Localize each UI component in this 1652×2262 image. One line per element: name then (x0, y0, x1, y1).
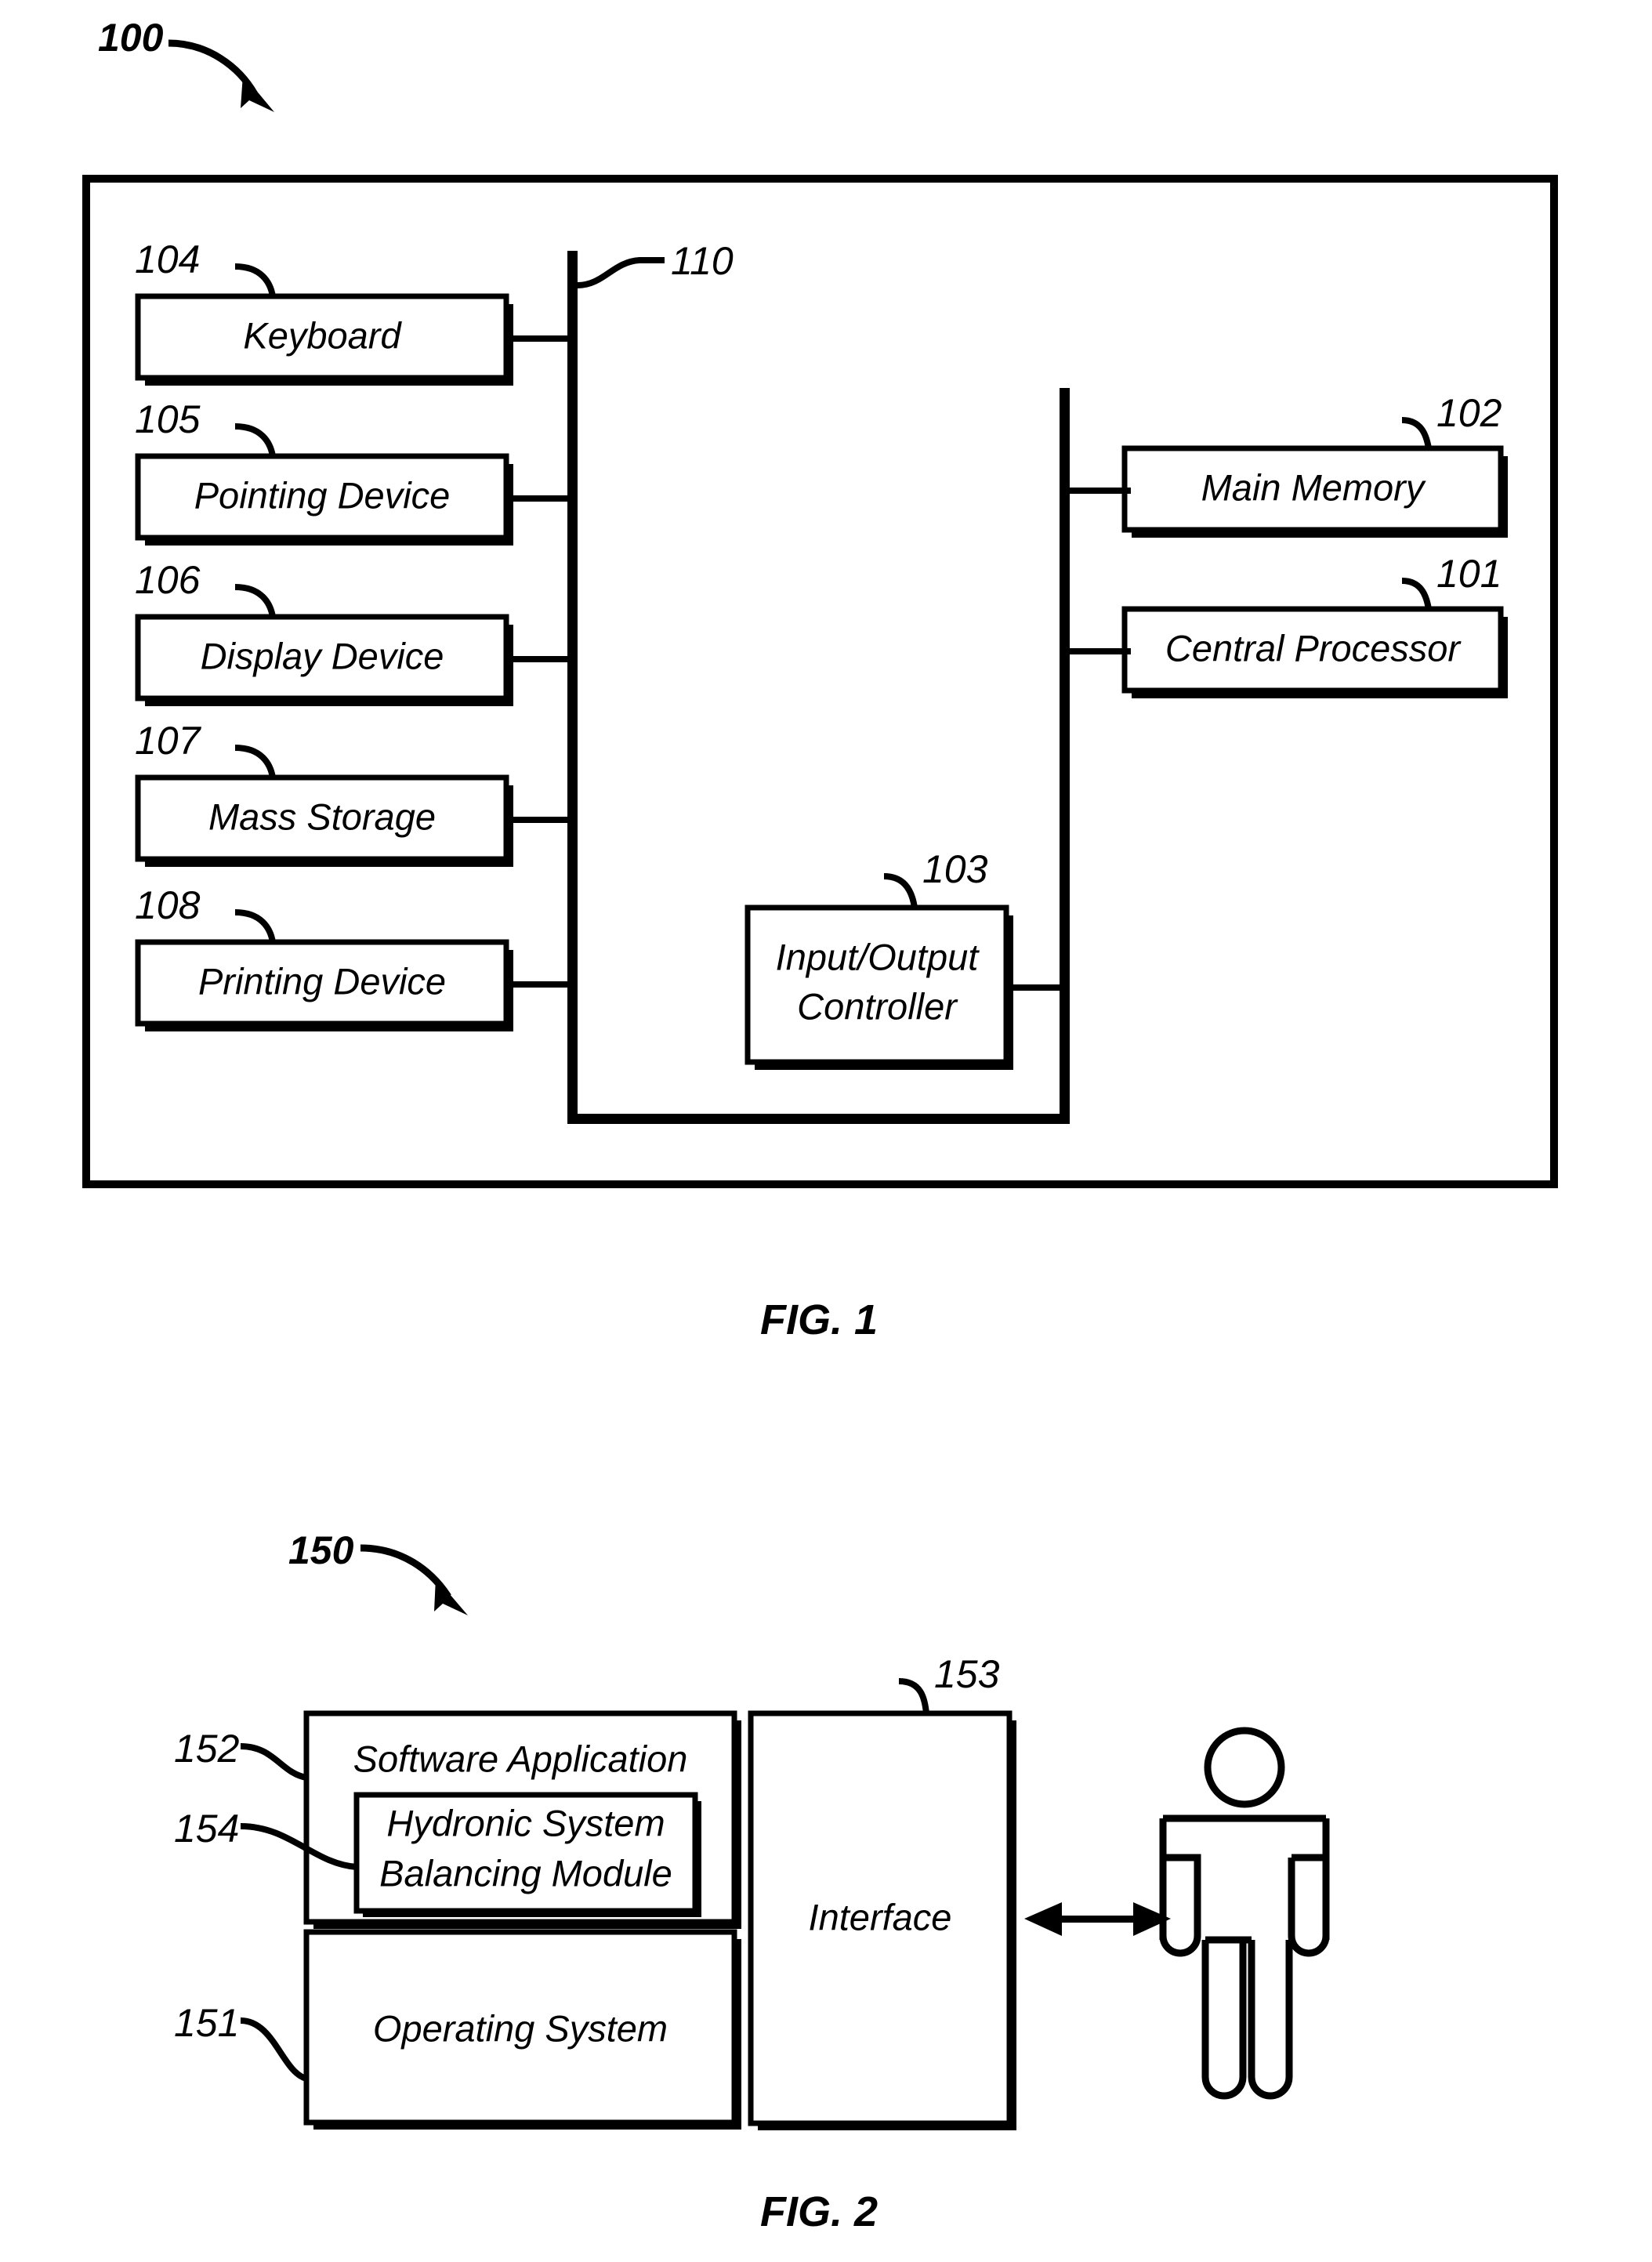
block-io-controller-ref: 103 (922, 847, 988, 891)
block-interface-ref: 153 (934, 1652, 1000, 1696)
block-interface-label: Interface (809, 1896, 952, 1938)
figure-1-caption: FIG. 1 (760, 1296, 878, 1343)
block-main-memory-ref: 102 (1436, 391, 1502, 435)
block-io-controller-label-line2: Controller (797, 985, 958, 1027)
figure-1-ref-number: 100 (98, 16, 164, 60)
block-operating-system-label: Operating System (373, 2007, 668, 2049)
block-mass-storage-connector (506, 817, 569, 823)
block-central-processor-connector (1070, 648, 1131, 654)
block-central-processor-label: Central Processor (1165, 627, 1462, 669)
block-main-memory-connector (1070, 488, 1131, 494)
block-software-application-label: Software Application (353, 1738, 688, 1779)
block-hydronic-balancing-module-label-line2: Balancing Module (379, 1852, 672, 1894)
block-mass-storage-label: Mass Storage (208, 796, 436, 837)
block-software-application-ref: 152 (174, 1727, 240, 1771)
block-printing-device-connector (506, 981, 569, 988)
bus-right-vertical (1060, 388, 1070, 1124)
block-hydronic-balancing-module-label-line1: Hydronic System (386, 1802, 665, 1843)
figure-2-caption: FIG. 2 (760, 2188, 878, 2235)
block-hydronic-balancing-module-ref: 154 (174, 1807, 239, 1851)
block-central-processor-ref: 101 (1436, 552, 1502, 596)
block-pointing-device-ref: 105 (135, 397, 201, 441)
block-display-device-ref: 106 (135, 558, 201, 602)
patent-drawing-sheet: 100 110 Keyboard 104 Pointing Device 105… (0, 0, 1652, 2262)
block-pointing-device-label: Pointing Device (194, 474, 451, 516)
block-display-device-connector (506, 656, 569, 662)
block-keyboard-ref: 104 (135, 237, 200, 281)
block-io-controller-connector (1006, 984, 1069, 991)
block-interface: Interface 153 (748, 1652, 1016, 2130)
bus-bottom-horizontal (567, 1114, 1070, 1124)
block-printing-device-label: Printing Device (198, 960, 446, 1002)
block-operating-system-ref: 151 (174, 2001, 239, 2045)
block-io-controller-label-line1: Input/Output (776, 936, 980, 977)
figure-2-ref-number: 150 (288, 1528, 354, 1572)
block-pointing-device-connector (506, 495, 569, 502)
bus-left-vertical (567, 251, 578, 1124)
block-printing-device-ref: 108 (135, 883, 201, 927)
block-keyboard-connector (506, 335, 569, 342)
block-display-device-label: Display Device (201, 635, 444, 676)
bus-ref-number: 110 (671, 239, 734, 283)
block-main-memory-label: Main Memory (1201, 466, 1426, 508)
block-keyboard-label: Keyboard (243, 314, 402, 356)
block-mass-storage-ref: 107 (135, 719, 202, 763)
